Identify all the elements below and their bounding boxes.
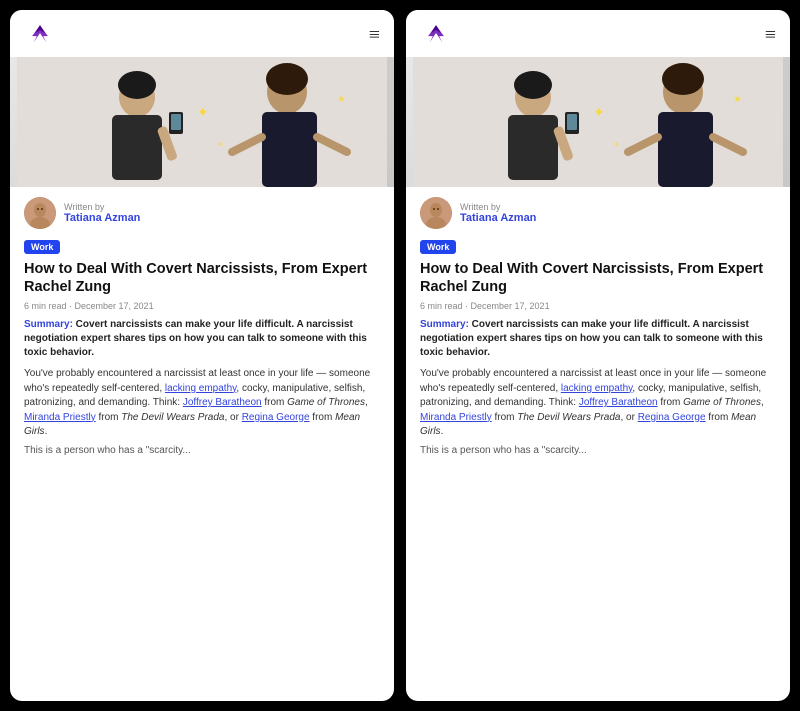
right-avatar bbox=[420, 197, 452, 229]
left-summary: Summary: Covert narcissists can make you… bbox=[24, 318, 380, 360]
logo-left bbox=[24, 22, 56, 49]
left-article-title: How to Deal With Covert Narcissists, Fro… bbox=[24, 260, 380, 296]
right-panel: ≡ ✦ ★ ✦ bbox=[406, 10, 790, 701]
svg-text:✦: ✦ bbox=[593, 106, 605, 121]
left-article-content: Written by Tatiana Azman Work How to Dea… bbox=[10, 187, 394, 701]
hamburger-right[interactable]: ≡ bbox=[765, 24, 776, 47]
left-meta: 6 min read · December 17, 2021 bbox=[24, 301, 380, 311]
right-summary-text: Covert narcissists can make your life di… bbox=[420, 319, 763, 358]
hero-image-right: ✦ ★ ✦ bbox=[406, 57, 790, 187]
right-article-content: Written by Tatiana Azman Work How to Dea… bbox=[406, 187, 790, 701]
right-meta: 6 min read · December 17, 2021 bbox=[420, 301, 776, 311]
left-summary-text: Covert narcissists can make your life di… bbox=[24, 319, 367, 358]
right-category-badge[interactable]: Work bbox=[420, 240, 456, 254]
right-author-row: Written by Tatiana Azman bbox=[420, 197, 776, 229]
right-truncated-text: This is a person who has a "scarcity... bbox=[420, 445, 776, 456]
screen-wrapper: ≡ bbox=[0, 0, 800, 711]
left-author-info: Written by Tatiana Azman bbox=[64, 202, 140, 224]
right-body-text: You've probably encountered a narcissist… bbox=[420, 367, 776, 440]
left-body-text: You've probably encountered a narcissist… bbox=[24, 367, 380, 440]
left-truncated-text: This is a person who has a "scarcity... bbox=[24, 445, 380, 456]
svg-text:★: ★ bbox=[337, 94, 346, 105]
svg-text:✦: ✦ bbox=[217, 140, 224, 149]
left-link-empathy[interactable]: lacking empathy bbox=[165, 383, 237, 394]
right-link-empathy[interactable]: lacking empathy bbox=[561, 383, 633, 394]
svg-text:✦: ✦ bbox=[613, 140, 620, 149]
logo-right bbox=[420, 22, 452, 49]
right-author-name[interactable]: Tatiana Azman bbox=[460, 212, 536, 224]
left-written-by: Written by bbox=[64, 202, 140, 212]
hero-image-left: ✦ ★ ✦ bbox=[10, 57, 394, 187]
right-link-miranda[interactable]: Miranda Priestly bbox=[420, 412, 492, 423]
left-category-badge[interactable]: Work bbox=[24, 240, 60, 254]
left-header: ≡ bbox=[10, 10, 394, 57]
left-link-regina[interactable]: Regina George bbox=[242, 412, 310, 423]
svg-text:✦: ✦ bbox=[197, 106, 209, 121]
right-header: ≡ bbox=[406, 10, 790, 57]
right-written-by: Written by bbox=[460, 202, 536, 212]
left-author-row: Written by Tatiana Azman bbox=[24, 197, 380, 229]
left-link-miranda[interactable]: Miranda Priestly bbox=[24, 412, 96, 423]
left-author-name[interactable]: Tatiana Azman bbox=[64, 212, 140, 224]
right-summary-label: Summary: bbox=[420, 319, 469, 330]
right-article-title: How to Deal With Covert Narcissists, Fro… bbox=[420, 260, 776, 296]
right-link-joffrey[interactable]: Joffrey Baratheon bbox=[579, 397, 658, 408]
svg-text:★: ★ bbox=[733, 94, 742, 105]
hamburger-left[interactable]: ≡ bbox=[369, 24, 380, 47]
right-link-regina[interactable]: Regina George bbox=[638, 412, 706, 423]
left-avatar bbox=[24, 197, 56, 229]
left-panel: ≡ bbox=[10, 10, 394, 701]
left-summary-label: Summary: bbox=[24, 319, 73, 330]
right-author-info: Written by Tatiana Azman bbox=[460, 202, 536, 224]
right-summary: Summary: Covert narcissists can make you… bbox=[420, 318, 776, 360]
left-link-joffrey[interactable]: Joffrey Baratheon bbox=[183, 397, 262, 408]
